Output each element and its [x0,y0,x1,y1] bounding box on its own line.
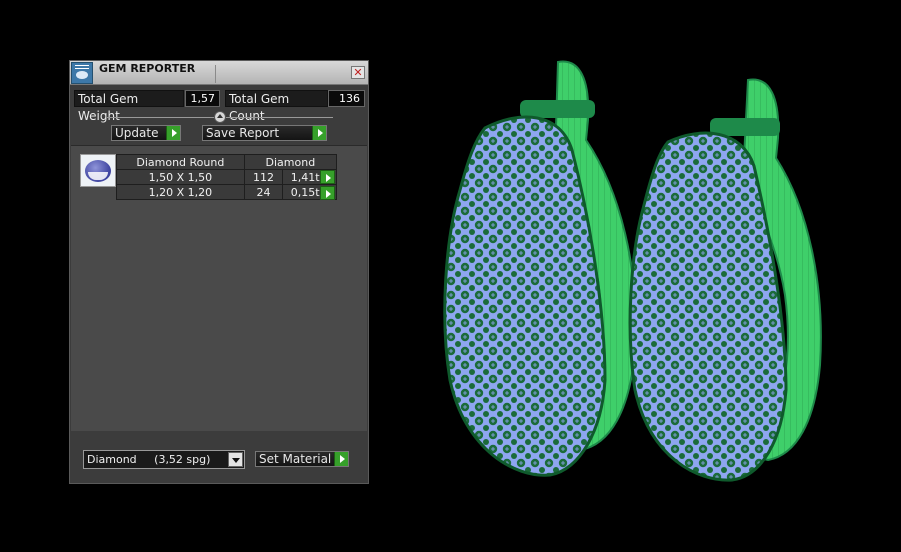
title-bar[interactable]: GEM REPORTER ✕ [70,61,368,85]
3d-viewport[interactable] [430,50,870,490]
earring-left [443,60,637,477]
save-report-button-label: Save Report [206,126,280,140]
gem-size: 1,50 X 1,50 [116,169,245,185]
table-row: 1,50 X 1,50 112 1,41tw [116,169,337,185]
play-arrow-icon [166,126,180,140]
gem-reporter-panel: GEM REPORTER ✕ Total Gem Weight 1,57 Tot… [69,60,369,484]
update-button[interactable]: Update [111,125,181,141]
select-gems-row-1-button[interactable] [320,170,335,184]
gem-count: 112 [243,169,284,185]
save-report-button[interactable]: Save Report [202,125,327,141]
window-title: GEM REPORTER [99,62,196,75]
play-arrow-icon [334,452,348,466]
play-arrow-icon [312,126,326,140]
gem-size: 1,20 X 1,20 [116,184,245,200]
close-icon[interactable]: ✕ [351,66,365,79]
material-dropdown[interactable]: Diamond (3,52 spg) [83,450,245,469]
total-gem-weight-label: Total Gem Weight [74,90,184,123]
chevron-down-icon[interactable] [228,452,243,467]
earring-right [628,78,822,482]
material-selected-value: Diamond (3,52 spg) [87,453,211,466]
total-gem-count-label: Total Gem Count [225,90,328,123]
total-gem-weight-value: 1,57 [185,90,220,107]
set-material-button-label: Set Material [259,452,332,466]
update-button-label: Update [115,126,159,140]
gem-table: Diamond Round Diamond 1,50 X 1,50 112 1,… [116,154,338,200]
table-row: 1,20 X 1,20 24 0,15tw [116,184,337,200]
gem-material-header: Diamond [243,154,338,170]
panel-splitter-handle[interactable] [214,111,226,123]
title-divider [215,65,216,83]
select-gems-row-2-button[interactable] [320,186,335,200]
gem-count: 24 [243,184,284,200]
gem-reporter-icon [71,62,93,84]
total-gem-count-value: 136 [328,90,365,107]
diamond-round-thumbnail[interactable] [80,154,116,187]
set-material-button[interactable]: Set Material [255,451,349,467]
gem-report-area: Diamond Round Diamond 1,50 X 1,50 112 1,… [71,145,367,431]
gem-shape-header: Diamond Round [116,154,245,170]
